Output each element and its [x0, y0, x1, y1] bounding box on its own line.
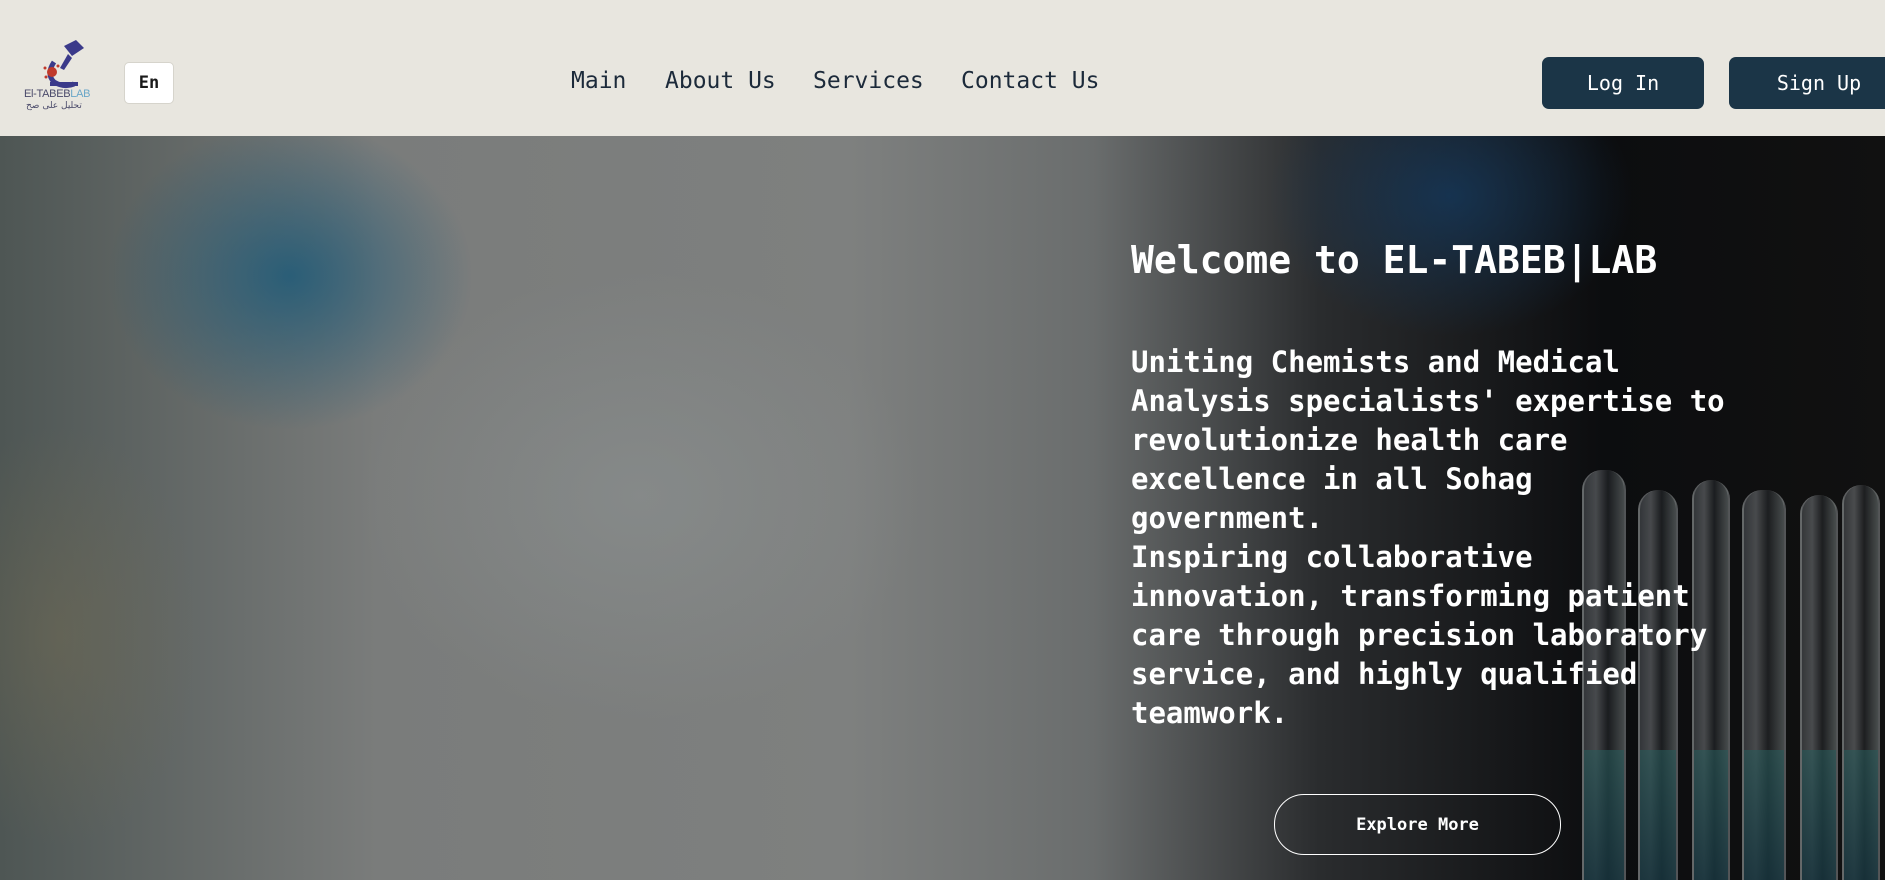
- nav-link-main[interactable]: Main: [571, 68, 626, 94]
- signup-button[interactable]: Sign Up: [1729, 57, 1885, 109]
- logo-wordmark: El-TABEBLAB: [24, 88, 91, 100]
- nav-link-about-us[interactable]: About Us: [665, 68, 776, 94]
- nav-link-services[interactable]: Services: [813, 68, 924, 94]
- explore-more-button[interactable]: Explore More: [1274, 794, 1561, 855]
- logo-wordmark-lab: LAB: [70, 88, 91, 100]
- test-tube-graphic: [1800, 495, 1838, 880]
- top-header: El-TABEBLAB تحليل على صح En Main About U…: [0, 0, 1885, 136]
- hero-description: Uniting Chemists and Medical Analysis sp…: [1131, 343, 1731, 733]
- logo-wordmark-main: El-TABEB: [24, 88, 71, 100]
- microscope-icon: [43, 40, 84, 89]
- test-tube-graphic: [1842, 485, 1880, 880]
- hero-section: Welcome to EL-TABEB|LAB Uniting Chemists…: [0, 136, 1885, 880]
- site-logo[interactable]: El-TABEBLAB تحليل على صح: [24, 40, 104, 118]
- login-button[interactable]: Log In: [1542, 57, 1704, 109]
- nav-link-contact-us[interactable]: Contact Us: [961, 68, 1099, 94]
- test-tube-graphic: [1742, 490, 1786, 880]
- language-toggle-button[interactable]: En: [124, 62, 174, 104]
- logo-arabic-tagline: تحليل على صح: [26, 101, 82, 111]
- hero-paragraph-1: Uniting Chemists and Medical Analysis sp…: [1131, 345, 1725, 535]
- hero-paragraph-2: Inspiring collaborative innovation, tran…: [1131, 540, 1708, 730]
- hero-title: Welcome to EL-TABEB|LAB: [1131, 238, 1658, 282]
